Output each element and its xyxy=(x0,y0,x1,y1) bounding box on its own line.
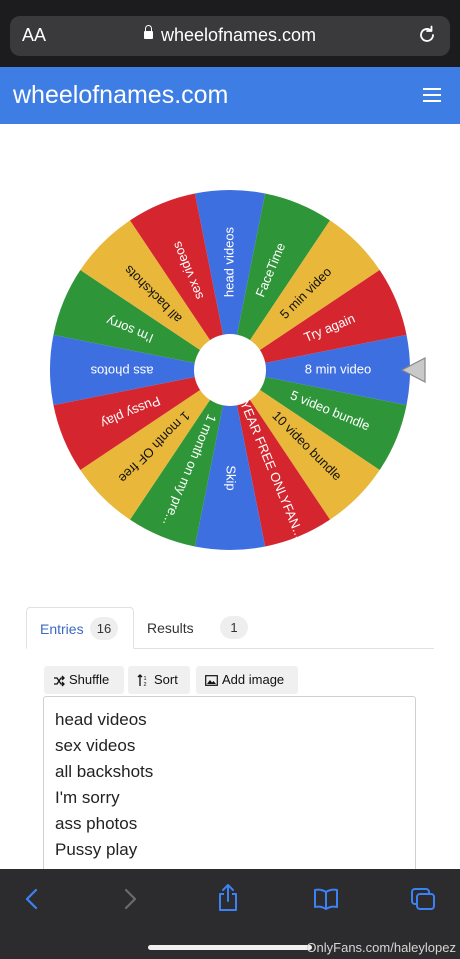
add-image-button[interactable]: Add image xyxy=(196,666,298,694)
svg-text:2: 2 xyxy=(144,682,147,687)
image-icon xyxy=(205,675,218,686)
results-count-badge: 1 xyxy=(220,616,248,639)
wheel-segment-label: ass photos xyxy=(90,364,153,379)
shuffle-button[interactable]: Shuffle xyxy=(44,666,124,694)
forward-icon[interactable] xyxy=(122,887,140,911)
site-brand[interactable]: wheelofnames.com xyxy=(13,81,228,110)
wheel-pointer-icon xyxy=(400,357,426,383)
back-icon[interactable] xyxy=(22,887,40,911)
tab-entries[interactable]: Entries 16 xyxy=(26,607,134,649)
wheel-segment-label: Skip xyxy=(224,465,239,490)
wheel-segment-label: 8 min video xyxy=(305,361,371,376)
address-bar[interactable]: AA wheelofnames.com xyxy=(10,16,450,56)
home-indicator xyxy=(148,945,312,950)
entry-line: all backshots xyxy=(55,762,154,781)
url-text: wheelofnames.com xyxy=(160,25,317,45)
bookmarks-icon[interactable] xyxy=(312,887,340,911)
watermark-text: OnlyFans.com/haleylopez xyxy=(306,940,456,955)
wheel-area[interactable]: head videos FaceTime 5 min video Try again 8… xyxy=(0,180,460,560)
sort-button[interactable]: 1 2 Sort xyxy=(128,666,190,694)
wheel-center[interactable] xyxy=(194,334,266,406)
spin-wheel[interactable]: head videos FaceTime5 min videoTry again8… xyxy=(0,180,460,560)
entry-line: ass photos xyxy=(55,814,138,833)
menu-icon[interactable] xyxy=(423,88,441,102)
lock-icon xyxy=(143,25,153,40)
entry-line: Pussy play xyxy=(55,840,138,859)
reload-icon[interactable] xyxy=(416,24,438,51)
tabs-icon[interactable] xyxy=(410,887,438,913)
browser-top-bar: AA wheelofnames.com xyxy=(0,0,460,67)
url-display[interactable]: wheelofnames.com xyxy=(10,25,450,46)
entry-line: sex videos xyxy=(55,736,136,755)
entries-results-tabs: Entries 16 Results 1 xyxy=(26,607,434,649)
site-navbar: wheelofnames.com xyxy=(0,67,460,124)
sort-icon: 12 xyxy=(137,674,147,688)
entry-line: head videos xyxy=(55,710,147,729)
entries-count-badge: 16 xyxy=(90,617,118,640)
share-icon[interactable] xyxy=(216,883,240,913)
entries-textarea[interactable]: head videos sex videos all backshots I'm so… xyxy=(43,696,416,896)
tab-results[interactable]: Results 1 xyxy=(134,607,248,647)
tab-entries-label: Entries xyxy=(40,621,84,637)
tab-results-label: Results xyxy=(147,620,194,636)
sort-label: Sort xyxy=(154,672,178,687)
wheel-segment-label: head videos xyxy=(221,226,236,297)
shuffle-icon xyxy=(54,675,65,687)
entry-line: I'm sorry xyxy=(55,788,120,807)
shuffle-label: Shuffle xyxy=(69,672,110,687)
add-image-label: Add image xyxy=(222,672,285,687)
